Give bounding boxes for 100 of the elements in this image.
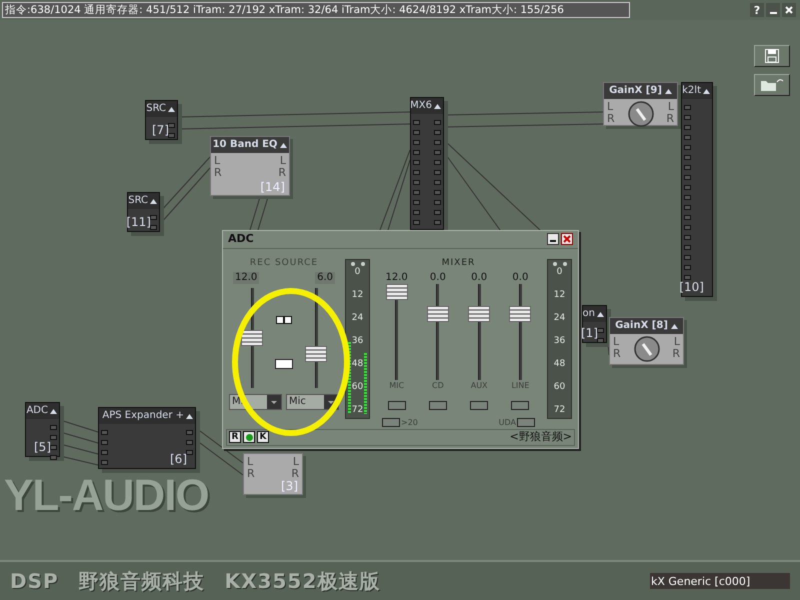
mute-button[interactable]: [428, 400, 447, 410]
led-icon: [350, 262, 354, 266]
meter-scale-label: 24: [352, 314, 364, 323]
banner-text: KX3552极速版: [224, 568, 380, 595]
node-title: SRC: [128, 196, 148, 206]
mute-button[interactable]: [388, 400, 406, 410]
node-title: APS Expander +: [102, 411, 184, 421]
gain-value: 0.0: [430, 272, 446, 284]
meter-scale-label: 72: [352, 406, 364, 416]
port-label[interactable]: L: [280, 155, 286, 167]
port-label[interactable]: R: [278, 167, 286, 179]
port-label[interactable]: R: [291, 468, 299, 480]
floppy-icon: [765, 49, 779, 63]
meter-scale-label: 60: [352, 383, 364, 392]
banner-text: 野狼音频科技: [78, 568, 205, 595]
led-icon: [552, 262, 556, 266]
slider-thumb[interactable]: [241, 330, 263, 346]
port-label[interactable]: L: [292, 456, 299, 468]
port-label[interactable]: L: [613, 336, 621, 348]
slider-thumb[interactable]: [426, 306, 449, 322]
meter-scale-label: 48: [352, 360, 364, 370]
channel-label: MIC: [389, 382, 404, 390]
caret-icon[interactable]: [597, 312, 604, 316]
effect-node[interactable]: GainX [9] L R L R: [603, 82, 678, 126]
channel-label: AUX: [470, 382, 488, 390]
effect-node[interactable]: 10 Band EQ L R L R [14]: [210, 136, 290, 196]
node-title: GainX [9]: [609, 86, 662, 96]
section-heading: REC SOURCE: [250, 258, 318, 268]
slider-thumb[interactable]: [468, 306, 490, 322]
boost-label: >20: [401, 416, 418, 428]
slider-thumb[interactable]: [305, 346, 327, 362]
port-label[interactable]: L: [674, 336, 680, 348]
source-dropdown[interactable]: Mic: [286, 394, 339, 410]
node-id: [1]: [581, 327, 598, 339]
meter-scale-label: 12: [352, 290, 364, 300]
node-title: GainX [8]: [615, 321, 668, 331]
knob-icon[interactable]: [634, 336, 660, 362]
minimize-button[interactable]: [766, 3, 780, 17]
port-label[interactable]: L: [247, 456, 255, 468]
meter-scale-label: 24: [554, 314, 566, 323]
section-heading: MIXER: [442, 258, 476, 268]
mute-button[interactable]: [511, 400, 530, 410]
toggle-button[interactable]: [275, 358, 293, 368]
close-button[interactable]: [782, 3, 796, 17]
port-label[interactable]: L: [607, 101, 615, 113]
close-icon: [563, 235, 571, 244]
caret-icon[interactable]: [168, 106, 175, 112]
port-label[interactable]: R: [214, 167, 222, 179]
meter-scale-label: 60: [554, 383, 566, 392]
caret-icon[interactable]: [280, 142, 288, 148]
node-title: on: [582, 309, 595, 319]
link-icon[interactable]: [276, 316, 292, 324]
caret-icon[interactable]: [434, 104, 441, 108]
port-label[interactable]: R: [666, 113, 674, 125]
knob-icon[interactable]: [628, 101, 654, 127]
letter-button[interactable]: K: [257, 431, 269, 443]
folder-icon: [760, 78, 784, 92]
connection-wire: [388, 160, 410, 230]
meter-scale-label: 48: [554, 360, 566, 370]
meter-scale-label: 36: [554, 336, 566, 346]
letter-button[interactable]: R: [229, 431, 241, 443]
mute-button[interactable]: [470, 400, 488, 410]
port-label[interactable]: R: [613, 348, 621, 360]
caret-icon[interactable]: [186, 414, 193, 418]
slider-thumb[interactable]: [386, 284, 408, 300]
uda-button[interactable]: [517, 418, 535, 427]
connection-wire: [258, 196, 268, 230]
boost-button[interactable]: [382, 418, 400, 427]
channel-label: LINE: [511, 382, 530, 390]
node-title: SRC: [146, 104, 166, 114]
port-label[interactable]: R: [247, 468, 255, 480]
save-button[interactable]: [754, 45, 790, 67]
meter-scale-label: 0: [354, 268, 360, 276]
led-button[interactable]: [243, 431, 255, 443]
gain-value: 12.0: [385, 272, 408, 284]
gain-value: 6.0: [315, 272, 335, 284]
node-id: [14]: [260, 181, 285, 193]
meter-scale-label: 72: [554, 406, 566, 416]
close-button[interactable]: [561, 233, 573, 246]
device-field: kX Generic [c000]: [650, 573, 790, 589]
caret-icon[interactable]: [150, 198, 157, 204]
port-label[interactable]: L: [214, 155, 222, 167]
effect-node[interactable]: GainX [8] L R L R: [609, 317, 684, 365]
port-label[interactable]: R: [607, 113, 615, 125]
node-title: ADC: [26, 406, 48, 416]
minimize-button[interactable]: [547, 233, 559, 246]
open-button[interactable]: [754, 74, 790, 96]
node-id: [3]: [281, 480, 298, 492]
caret-icon[interactable]: [664, 88, 672, 94]
led-icon: [360, 262, 364, 266]
slider-thumb[interactable]: [509, 306, 532, 322]
help-button[interactable]: ?: [750, 3, 764, 17]
node-id: [7]: [152, 124, 169, 136]
port-label[interactable]: R: [672, 348, 680, 360]
caret-icon[interactable]: [50, 408, 57, 414]
node-id: [5]: [34, 441, 51, 453]
port-label[interactable]: L: [668, 101, 674, 113]
caret-icon[interactable]: [670, 324, 678, 328]
effect-node[interactable]: L R L R [3]: [243, 453, 303, 495]
caret-icon[interactable]: [703, 88, 710, 94]
